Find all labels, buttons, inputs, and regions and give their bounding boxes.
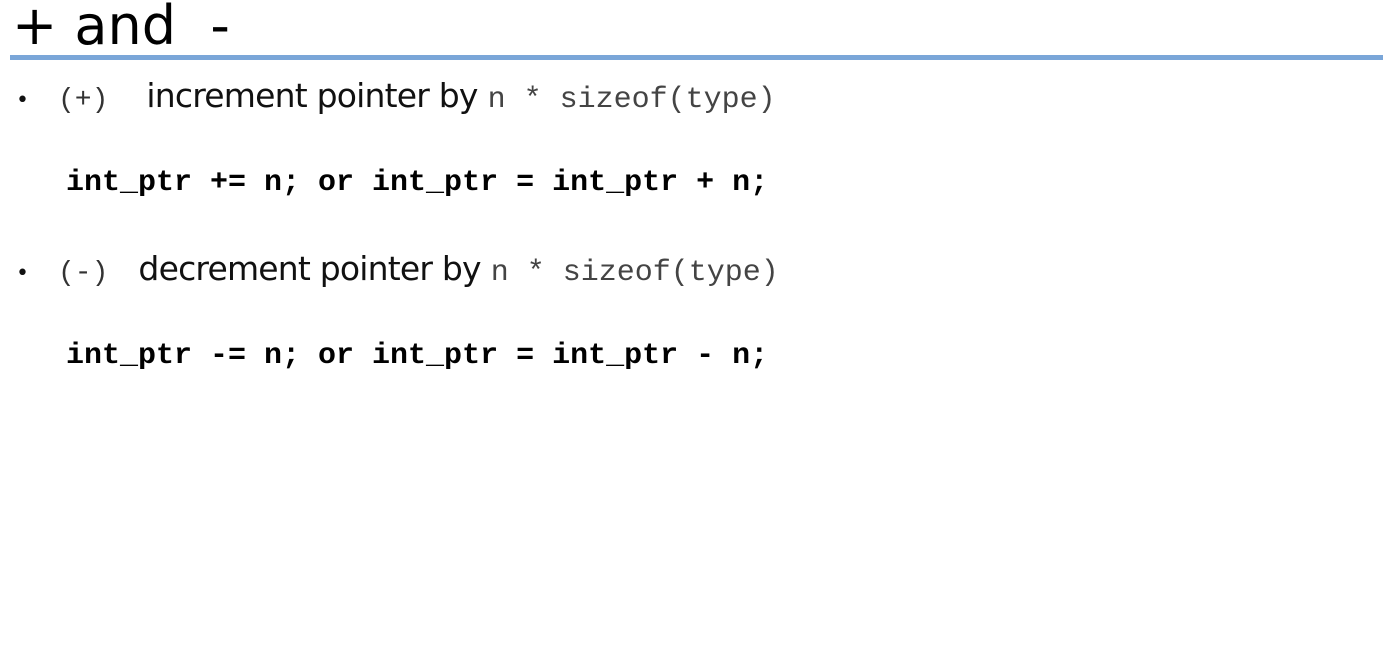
formula-text: n * sizeof(type) xyxy=(490,256,779,290)
slide-title: + and - xyxy=(12,0,230,57)
description-text: decrement pointer by xyxy=(138,249,481,288)
bullet-item-increment: • (+) increment pointer by n * sizeof(ty… xyxy=(16,76,776,117)
operator-label: (-) xyxy=(58,258,109,289)
formula-text: n * sizeof(type) xyxy=(487,83,776,117)
code-example-increment: int_ptr += n; or int_ptr = int_ptr + n; xyxy=(66,166,769,200)
bullet-icon: • xyxy=(16,88,29,113)
operator-label: (+) xyxy=(58,85,109,116)
bullet-icon: • xyxy=(16,261,29,286)
description-text: increment pointer by xyxy=(146,76,478,115)
bullet-item-decrement: • (-) decrement pointer by n * sizeof(ty… xyxy=(16,249,779,290)
code-example-decrement: int_ptr -= n; or int_ptr = int_ptr - n; xyxy=(66,339,769,373)
title-divider xyxy=(10,55,1383,60)
